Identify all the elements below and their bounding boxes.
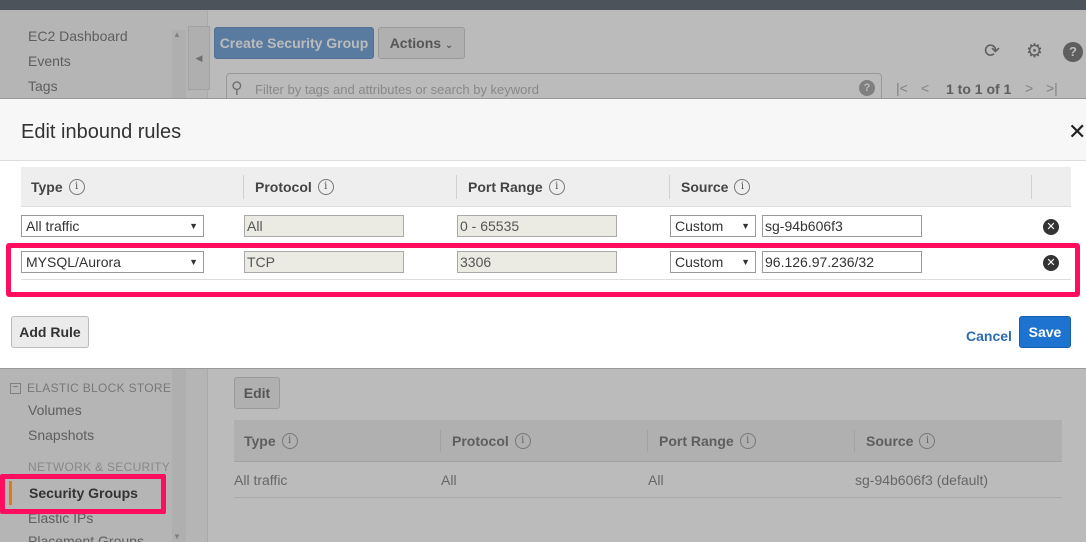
save-button[interactable]: Save [1019,316,1071,348]
rules-col-protocol: Protocol i [255,179,334,195]
column-divider [1031,175,1032,199]
sidebar-item-security-groups[interactable]: Security Groups [29,485,138,501]
rule-protocol-field: All [244,215,404,237]
rule-source-mode-select[interactable]: Custom ▼ [670,215,756,237]
column-divider [669,175,670,199]
add-rule-button[interactable]: Add Rule [11,316,89,348]
annotation-highlight-rule [6,243,1080,297]
edit-inbound-rules-modal: Edit inbound rules ✕ Type i Protocol i Por… [0,98,1086,369]
rules-col-type: Type i [31,179,85,195]
info-icon[interactable]: i [734,179,751,195]
rule-port-range-field: 0 - 65535 [457,215,617,237]
rule-source-input[interactable]: sg-94b606f3 [762,215,922,237]
remove-rule-icon[interactable]: ✕ [1043,219,1059,235]
modal-title: Edit inbound rules [21,121,182,143]
modal-header: Edit inbound rules ✕ [0,99,1086,161]
dropdown-arrow-icon: ▼ [741,221,750,231]
close-icon[interactable]: ✕ [1068,121,1086,143]
info-icon[interactable]: i [317,179,334,195]
dropdown-arrow-icon: ▼ [189,221,198,231]
column-divider [243,175,244,199]
cancel-button[interactable]: Cancel [966,328,1012,344]
info-icon[interactable]: i [548,179,565,195]
info-icon[interactable]: i [68,179,85,195]
column-divider [456,175,457,199]
active-indicator [9,481,12,505]
rule-type-select[interactable]: All traffic ▼ [21,215,204,237]
rules-col-port-range: Port Range i [468,179,565,195]
rules-col-source: Source i [681,179,751,195]
